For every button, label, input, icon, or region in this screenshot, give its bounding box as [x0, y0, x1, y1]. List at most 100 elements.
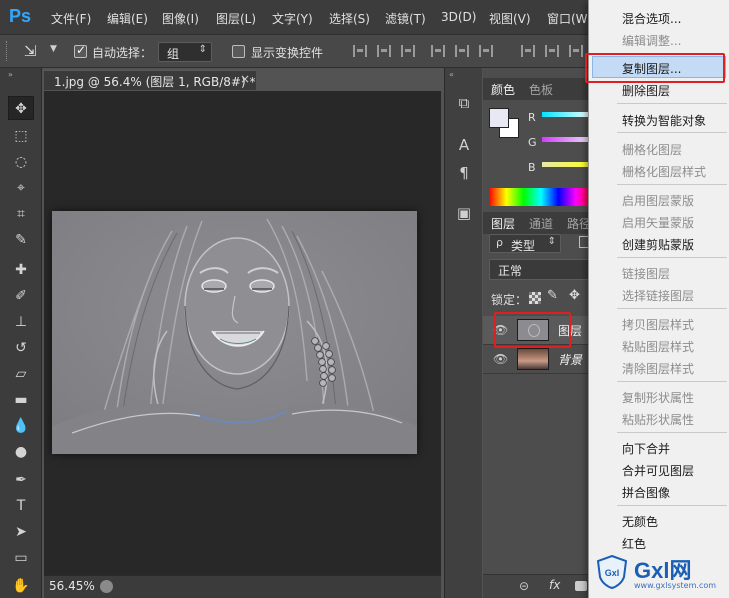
menu-image[interactable]: 图像(I) — [162, 10, 199, 27]
menu-window[interactable]: 窗口(W — [547, 10, 588, 27]
crop-tool-icon[interactable]: ⌗ — [8, 202, 34, 226]
menu-separator — [617, 103, 727, 104]
align-vcenter-icon[interactable] — [377, 45, 391, 57]
foreground-color-swatch[interactable] — [489, 108, 509, 128]
move-tool-icon[interactable]: ⇲ — [24, 42, 37, 60]
menu-layer[interactable]: 图层(L) — [216, 10, 256, 27]
layer-row[interactable]: 👁 背景 — [483, 345, 593, 374]
distribute-top-icon[interactable] — [521, 45, 535, 57]
tab-swatches[interactable]: 色板 — [529, 81, 553, 98]
menu-item-create-clipping-mask[interactable]: 创建剪贴蒙版 — [622, 236, 694, 253]
lasso-tool-icon[interactable]: ◌ — [8, 150, 34, 174]
menu-item-paste-shape-attrs: 粘贴形状属性 — [622, 413, 695, 427]
menu-view[interactable]: 视图(V) — [489, 10, 531, 27]
menu-item-merge-visible[interactable]: 合并可见图层 — [622, 462, 694, 479]
menu-file[interactable]: 文件(F) — [51, 10, 91, 27]
menu-edit[interactable]: 编辑(E) — [107, 10, 148, 27]
link-layers-icon[interactable]: ⊝ — [519, 579, 529, 593]
layer-name[interactable]: 背景 — [558, 351, 582, 368]
tab-channels[interactable]: 通道 — [529, 215, 553, 232]
menu-separator — [617, 505, 727, 506]
menu-item-merge-down[interactable]: 向下合并 — [622, 440, 670, 457]
character-panel-icon[interactable]: A — [454, 135, 474, 155]
red-slider[interactable] — [542, 112, 593, 117]
auto-select-checkbox[interactable] — [74, 43, 87, 58]
blur-tool-icon[interactable]: 💧 — [8, 414, 34, 438]
blend-mode-value: 正常 — [498, 264, 523, 278]
healing-brush-tool-icon[interactable]: ✚ — [8, 258, 34, 282]
menu-separator — [617, 132, 727, 133]
menu-item-select-linked: 选择链接图层 — [622, 289, 695, 303]
swatch-panel-icon[interactable]: ▣ — [454, 203, 474, 223]
lock-pixels-icon[interactable]: ✎ — [547, 288, 558, 303]
status-bar: 56.45% — [44, 575, 441, 598]
align-top-icon[interactable] — [353, 45, 367, 57]
pen-tool-icon[interactable]: ✒ — [8, 468, 34, 492]
brush-tool-icon[interactable]: ✐ — [8, 284, 34, 308]
menu-item-flatten-image[interactable]: 拼合图像 — [622, 484, 670, 501]
tab-color[interactable]: 颜色 — [491, 81, 515, 98]
gradient-tool-icon[interactable]: ▬ — [8, 388, 34, 412]
add-mask-icon[interactable] — [575, 581, 587, 591]
updown-icon: ⇕ — [198, 44, 207, 55]
move-tool-icon[interactable]: ✥ — [8, 96, 34, 120]
show-transform-label: 显示变换控件 — [251, 46, 324, 60]
close-icon[interactable]: × — [240, 72, 250, 86]
history-brush-tool-icon[interactable]: ↺ — [8, 336, 34, 360]
path-select-tool-icon[interactable]: ➤ — [8, 520, 34, 544]
hand-tool-icon[interactable]: ✋ — [8, 574, 34, 598]
canvas-image[interactable] — [52, 211, 417, 454]
paragraph-panel-icon[interactable]: ¶ — [454, 163, 474, 183]
green-slider[interactable] — [542, 137, 593, 142]
tab-layers[interactable]: 图层 — [491, 215, 515, 232]
menu-item-rasterize-style: 栅格化图层样式 — [622, 165, 707, 179]
panel-dock: « ⧉ A ¶ ▣ — [444, 68, 482, 598]
marquee-tool-icon[interactable]: ⬚ — [8, 124, 34, 148]
shape-tool-icon[interactable]: ▭ — [8, 546, 34, 570]
align-bottom-icon[interactable] — [401, 45, 415, 57]
menu-type[interactable]: 文字(Y) — [272, 10, 313, 27]
document-tab[interactable]: 1.jpg @ 56.4% (图层 1, RGB/8#) * × — [44, 70, 256, 90]
menu-item-convert-smart-object[interactable]: 转换为智能对象 — [622, 112, 706, 129]
history-panel-icon[interactable]: ⧉ — [454, 93, 474, 113]
align-hcenter-icon[interactable] — [455, 45, 469, 57]
menu-item-copy-shape-attrs: 复制形状属性 — [622, 391, 695, 405]
align-right-icon[interactable] — [479, 45, 493, 57]
distribute-vcenter-icon[interactable] — [545, 45, 559, 57]
channel-r-label: R — [528, 111, 536, 124]
layer-filter-dropdown[interactable]: ρ 类型 ⇕ — [489, 234, 561, 253]
menu-item-blending-options[interactable]: 混合选项... — [622, 10, 681, 27]
eraser-tool-icon[interactable]: ▱ — [8, 362, 34, 386]
zoom-level[interactable]: 56.45% — [49, 579, 95, 593]
menu-item-copy-layer-style: 拷贝图层样式 — [622, 318, 695, 332]
menu-item-delete-layer[interactable]: 删除图层 — [622, 82, 670, 99]
visibility-eye-icon[interactable]: 👁 — [493, 352, 508, 366]
type-tool-icon[interactable]: T — [8, 494, 34, 518]
auto-select-dropdown[interactable]: 组 ⇕ — [158, 42, 212, 62]
blue-slider[interactable] — [542, 162, 593, 167]
grip-handle[interactable] — [6, 41, 9, 61]
menu-3d[interactable]: 3D(D) — [441, 10, 476, 24]
color-spectrum-bar[interactable] — [489, 188, 593, 206]
lock-transparency-icon[interactable] — [529, 292, 541, 304]
distribute-bottom-icon[interactable] — [569, 45, 583, 57]
show-transform-checkbox[interactable] — [232, 45, 245, 58]
lock-position-icon[interactable]: ✥ — [569, 288, 580, 303]
fx-icon[interactable]: fx — [549, 578, 560, 592]
dodge-tool-icon[interactable]: ● — [8, 440, 34, 464]
align-left-icon[interactable] — [431, 45, 445, 57]
menu-item-red[interactable]: 红色 — [622, 535, 646, 552]
menu-item-no-color[interactable]: 无颜色 — [622, 513, 658, 530]
lock-label: 锁定： — [491, 293, 528, 307]
quick-select-tool-icon[interactable]: ⌖ — [8, 176, 34, 200]
menu-select[interactable]: 选择(S) — [329, 10, 370, 27]
watermark-url: www.gxlsystem.com — [634, 581, 717, 590]
eyedropper-tool-icon[interactable]: ✎ — [8, 228, 34, 252]
status-info-icon[interactable] — [100, 580, 113, 593]
clone-stamp-tool-icon[interactable]: ⊥ — [8, 310, 34, 334]
collapse-icon[interactable]: « — [449, 70, 454, 79]
tool-preset-dropdown-icon[interactable]: ▼ — [50, 44, 57, 54]
menu-filter[interactable]: 滤镜(T) — [385, 10, 426, 27]
collapse-icon[interactable]: » — [8, 70, 13, 79]
blend-mode-dropdown[interactable]: 正常 — [489, 259, 593, 280]
